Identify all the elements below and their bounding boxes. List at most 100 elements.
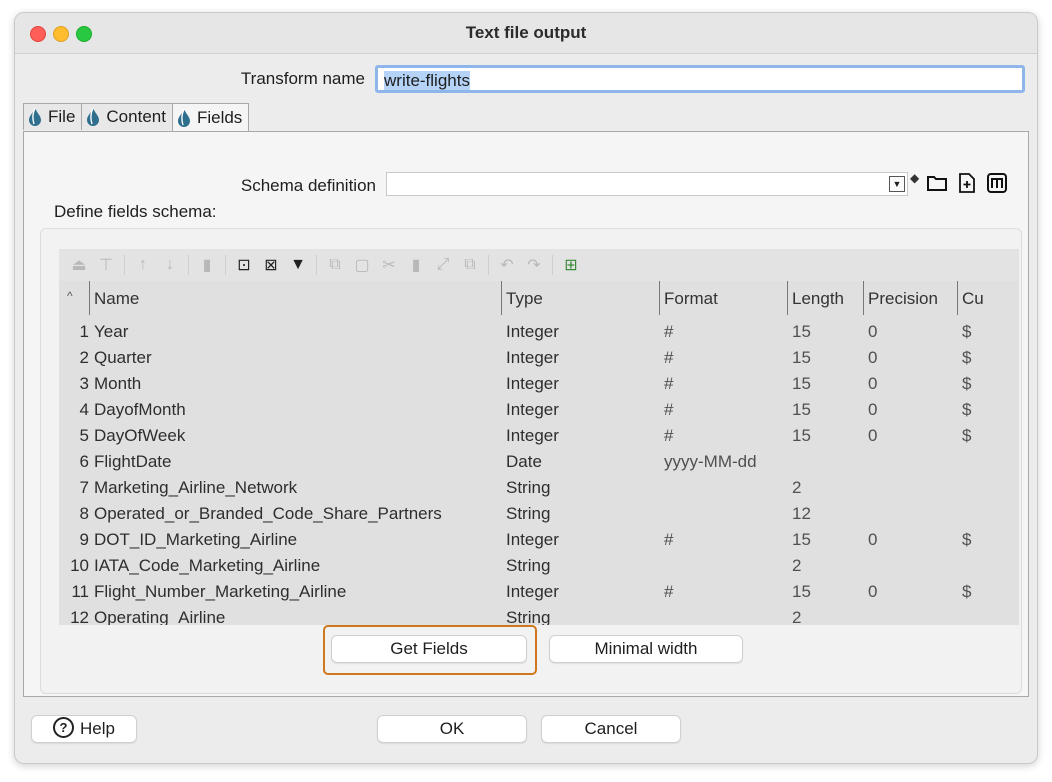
name-cell[interactable]: Flight_Number_Marketing_Airline bbox=[89, 581, 501, 607]
dropdown-arrow-icon[interactable]: ▼ bbox=[889, 176, 905, 192]
currency-cell[interactable]: $ bbox=[957, 347, 1019, 373]
type-cell[interactable]: String bbox=[501, 555, 659, 581]
type-cell[interactable]: Integer bbox=[501, 321, 659, 347]
table-row[interactable]: 10 IATA_Code_Marketing_Airline String 2 bbox=[59, 555, 1019, 581]
format-cell[interactable]: # bbox=[659, 581, 787, 607]
format-cell[interactable]: # bbox=[659, 321, 787, 347]
currency-cell[interactable] bbox=[957, 477, 1019, 503]
cancel-button[interactable]: Cancel bbox=[541, 715, 681, 743]
type-cell[interactable]: Integer bbox=[501, 347, 659, 373]
name-cell[interactable]: DayofMonth bbox=[89, 399, 501, 425]
table-row[interactable]: 9 DOT_ID_Marketing_Airline Integer #15 0 $ bbox=[59, 529, 1019, 555]
name-cell[interactable]: IATA_Code_Marketing_Airline bbox=[89, 555, 501, 581]
row-number[interactable]: 10 bbox=[59, 555, 89, 581]
column-header-length[interactable]: Length bbox=[787, 281, 863, 315]
length-cell[interactable]: 15 bbox=[787, 373, 863, 399]
sort-indicator-header[interactable]: ^ bbox=[59, 281, 89, 315]
format-cell[interactable]: yyyy-MM-dd bbox=[659, 451, 787, 477]
row-number[interactable]: 4 bbox=[59, 399, 89, 425]
row-number[interactable]: 9 bbox=[59, 529, 89, 555]
column-header-type[interactable]: Type bbox=[501, 281, 659, 315]
help-button[interactable]: ? Help bbox=[31, 715, 137, 743]
ok-button[interactable]: OK bbox=[377, 715, 527, 743]
type-cell[interactable]: Date bbox=[501, 451, 659, 477]
excel-icon[interactable]: ⊞ bbox=[561, 255, 581, 275]
table-row[interactable]: 12 Operating_Airline String 2 bbox=[59, 607, 1019, 625]
clear-selection-icon[interactable]: ⊠ bbox=[261, 255, 281, 275]
name-cell[interactable]: DOT_ID_Marketing_Airline bbox=[89, 529, 501, 555]
precision-cell[interactable]: 0 bbox=[863, 529, 957, 555]
copy-icon[interactable]: ⧉ bbox=[325, 255, 345, 275]
table-row[interactable]: 1 Year Integer #15 0 $ bbox=[59, 321, 1019, 347]
column-header-currency[interactable]: Cu bbox=[957, 281, 1019, 315]
length-cell[interactable]: 15 bbox=[787, 347, 863, 373]
table-row[interactable]: 6 FlightDate Date yyyy-MM-dd bbox=[59, 451, 1019, 477]
precision-cell[interactable] bbox=[863, 555, 957, 581]
precision-cell[interactable]: 0 bbox=[863, 347, 957, 373]
format-cell[interactable] bbox=[659, 607, 787, 625]
format-cell[interactable] bbox=[659, 503, 787, 529]
precision-cell[interactable]: 0 bbox=[863, 581, 957, 607]
currency-cell[interactable]: $ bbox=[957, 529, 1019, 555]
currency-cell[interactable]: $ bbox=[957, 399, 1019, 425]
table-row[interactable]: 4 DayofMonth Integer #15 0 $ bbox=[59, 399, 1019, 425]
length-cell[interactable]: 15 bbox=[787, 425, 863, 451]
name-cell[interactable]: Marketing_Airline_Network bbox=[89, 477, 501, 503]
get-fields-button[interactable]: Get Fields bbox=[331, 635, 527, 663]
precision-cell[interactable]: 0 bbox=[863, 373, 957, 399]
folder-icon[interactable] bbox=[926, 172, 948, 194]
type-cell[interactable]: Integer bbox=[501, 529, 659, 555]
format-cell[interactable] bbox=[659, 555, 787, 581]
fields-table[interactable]: ^ Name Type Format Length Precision Cu 1… bbox=[59, 281, 1019, 625]
insert-before-icon[interactable]: ⏏ bbox=[69, 255, 89, 275]
length-cell[interactable]: 2 bbox=[787, 477, 863, 503]
format-cell[interactable]: # bbox=[659, 425, 787, 451]
row-number[interactable]: 7 bbox=[59, 477, 89, 503]
currency-cell[interactable] bbox=[957, 503, 1019, 529]
tab-content[interactable]: Content bbox=[81, 103, 173, 130]
precision-cell[interactable] bbox=[863, 477, 957, 503]
length-cell[interactable]: 2 bbox=[787, 607, 863, 625]
format-cell[interactable]: # bbox=[659, 529, 787, 555]
table-row[interactable]: 2 Quarter Integer #15 0 $ bbox=[59, 347, 1019, 373]
row-number[interactable]: 11 bbox=[59, 581, 89, 607]
tab-fields[interactable]: Fields bbox=[171, 103, 250, 132]
table-row[interactable]: 5 DayOfWeek Integer #15 0 $ bbox=[59, 425, 1019, 451]
row-number[interactable]: 1 bbox=[59, 321, 89, 347]
row-number[interactable]: 2 bbox=[59, 347, 89, 373]
minimal-width-button[interactable]: Minimal width bbox=[549, 635, 743, 663]
length-cell[interactable]: 15 bbox=[787, 399, 863, 425]
name-cell[interactable]: Month bbox=[89, 373, 501, 399]
currency-cell[interactable]: $ bbox=[957, 581, 1019, 607]
currency-cell[interactable]: $ bbox=[957, 373, 1019, 399]
name-cell[interactable]: FlightDate bbox=[89, 451, 501, 477]
tab-file[interactable]: File bbox=[23, 103, 83, 130]
column-header-name[interactable]: Name bbox=[89, 281, 501, 315]
type-cell[interactable]: Integer bbox=[501, 581, 659, 607]
type-cell[interactable]: String bbox=[501, 503, 659, 529]
length-cell[interactable]: 2 bbox=[787, 555, 863, 581]
type-cell[interactable]: String bbox=[501, 607, 659, 625]
length-cell[interactable]: 15 bbox=[787, 581, 863, 607]
table-row[interactable]: 11 Flight_Number_Marketing_Airline Integer… bbox=[59, 581, 1019, 607]
metadata-icon[interactable] bbox=[986, 172, 1008, 194]
select-all-icon[interactable]: ⊡ bbox=[234, 255, 254, 275]
delete-rows-icon[interactable]: ▮ bbox=[406, 255, 426, 275]
currency-cell[interactable]: $ bbox=[957, 425, 1019, 451]
redo-icon[interactable]: ↷ bbox=[524, 255, 544, 275]
schema-definition-select[interactable]: ▼ bbox=[386, 172, 908, 196]
name-cell[interactable]: Year bbox=[89, 321, 501, 347]
type-cell[interactable]: Integer bbox=[501, 373, 659, 399]
row-number[interactable]: 6 bbox=[59, 451, 89, 477]
row-number[interactable]: 5 bbox=[59, 425, 89, 451]
column-header-precision[interactable]: Precision bbox=[863, 281, 957, 315]
column-header-format[interactable]: Format bbox=[659, 281, 787, 315]
length-cell[interactable]: 15 bbox=[787, 529, 863, 555]
name-cell[interactable]: DayOfWeek bbox=[89, 425, 501, 451]
precision-cell[interactable] bbox=[863, 607, 957, 625]
insert-after-icon[interactable]: ⊤ bbox=[96, 255, 116, 275]
move-down-icon[interactable]: ↓ bbox=[160, 255, 180, 275]
precision-cell[interactable] bbox=[863, 451, 957, 477]
type-cell[interactable]: Integer bbox=[501, 399, 659, 425]
row-number[interactable]: 12 bbox=[59, 607, 89, 625]
